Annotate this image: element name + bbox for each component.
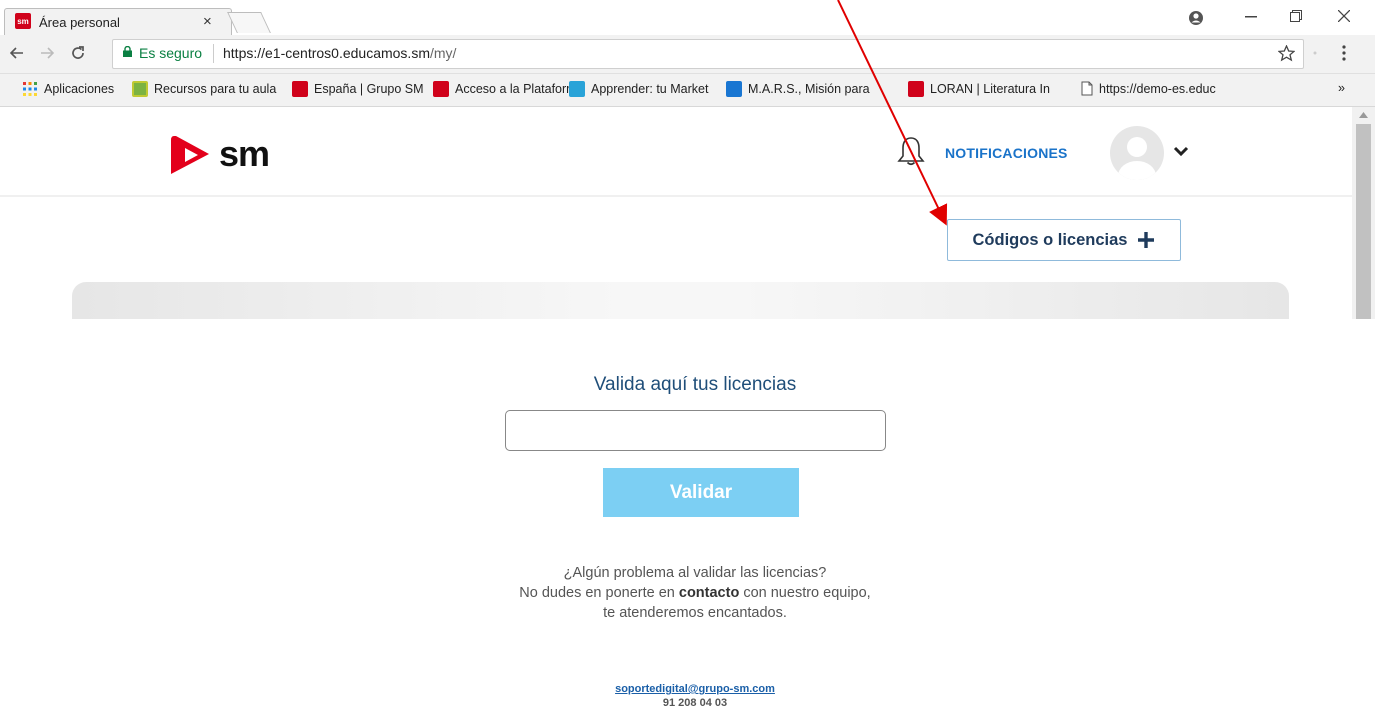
notifications-link[interactable]: NOTIFICACIONES [945,145,1068,161]
new-tab-button[interactable] [227,12,271,33]
scroll-up-icon[interactable] [1359,112,1368,118]
help-line-3: te atenderemos encantados. [603,605,787,621]
user-avatar-icon [1118,137,1156,180]
extension-dot-icon[interactable] [1313,51,1317,55]
recursos-icon [132,81,148,97]
plus-icon [1138,232,1155,248]
bookmarks-bar: Aplicaciones Recursos para tu aula Españ… [0,74,1375,107]
support-email-link[interactable]: soportedigital@grupo-sm.com [0,683,1375,695]
secure-label: Es seguro [139,45,203,61]
page-icon [1081,81,1093,96]
codes-licenses-label: Códigos o licencias [972,230,1128,249]
help-line-1: ¿Algún problema al validar las licencias… [563,565,827,581]
bookmark-aplicaciones[interactable]: Aplicaciones [22,81,114,97]
sm-logo-icon[interactable] [170,134,210,176]
tab-strip: sm Área personal × [0,0,1375,36]
bookmark-recursos[interactable]: Recursos para tu aula [132,81,276,97]
bookmarks-overflow-icon[interactable]: » [1338,81,1345,95]
help-line-2: No dudes en ponerte en contacto con nues… [519,585,871,601]
bookmark-acceso-plataforma[interactable]: Acceso a la Plataform [433,81,577,97]
license-input[interactable] [505,410,886,451]
close-window-icon[interactable] [1338,10,1350,22]
back-arrow-icon[interactable] [10,47,24,59]
codes-licenses-button[interactable]: Códigos o licencias [947,219,1181,261]
profile-icon[interactable] [1188,10,1204,26]
bookmark-loran[interactable]: LORAN | Literatura In [908,81,1050,97]
divider [213,44,214,63]
address-bar[interactable]: Es seguro https://e1-centros0.educamos.s… [112,39,1304,69]
chevron-down-icon[interactable] [1173,146,1189,158]
bookmark-mars[interactable]: M.A.R.S., Misión para [726,81,870,97]
content-panel [72,282,1289,319]
sm-favicon-icon: sm [15,13,31,29]
close-tab-icon[interactable]: × [203,13,212,30]
support-phone: 91 208 04 03 [662,697,728,709]
apprender-icon [569,81,585,97]
url-text[interactable]: https://e1-centros0.educamos.sm/my/ [223,45,456,61]
lock-icon [123,46,132,57]
bookmark-apprender[interactable]: Apprender: tu Market [569,81,708,97]
bookmark-star-icon[interactable] [1278,45,1295,62]
bookmark-demo-es[interactable]: https://demo-es.educ [1081,81,1216,96]
reload-icon[interactable] [70,45,86,61]
browser-toolbar: Es seguro https://e1-centros0.educamos.s… [0,35,1375,74]
bookmark-espana-grupo-sm[interactable]: España | Grupo SM [292,81,424,97]
avatar[interactable] [1110,126,1164,180]
restore-icon[interactable] [1290,10,1302,22]
menu-dots-icon[interactable] [1342,45,1346,61]
tab-title: Área personal [39,15,120,30]
sm-favicon-icon [292,81,308,97]
help-text: ¿Algún problema al validar las licencias… [0,563,1375,623]
logo-text[interactable]: sm [219,133,270,175]
scrollbar-thumb[interactable] [1356,124,1371,319]
bell-icon[interactable] [896,135,926,167]
apps-grid-icon [23,82,37,96]
sm-favicon-icon [908,81,924,97]
mars-icon [726,81,742,97]
sm-favicon-icon [433,81,449,97]
tab-area-personal[interactable]: sm Área personal × [4,8,232,36]
minimize-icon[interactable] [1245,16,1257,18]
contact-link[interactable]: contacto [679,585,739,601]
forward-arrow-icon[interactable] [40,47,54,59]
validate-button[interactable]: Validar [603,468,799,517]
validate-title: Valida aquí tus licencias [593,374,797,395]
